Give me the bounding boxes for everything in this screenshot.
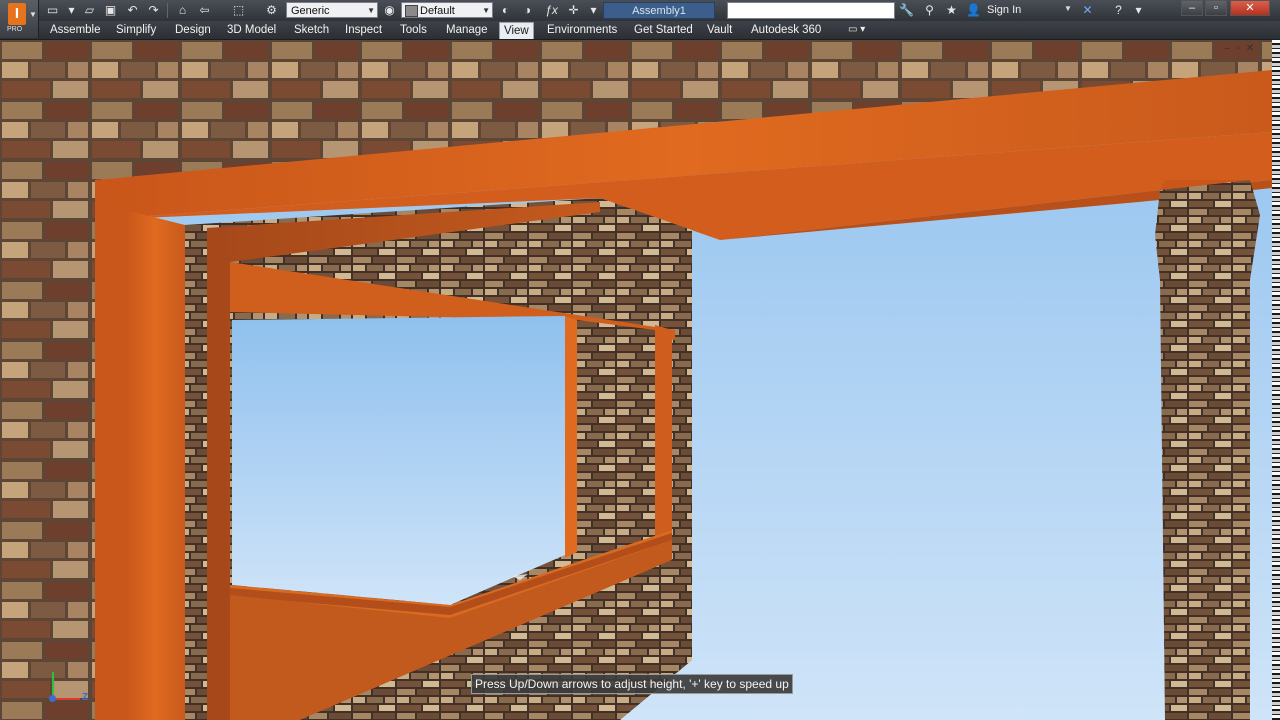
appearance-combo-value: Default bbox=[420, 5, 455, 17]
magnify-icon[interactable]: ⚲ bbox=[922, 3, 937, 18]
fx-icon[interactable]: ƒx bbox=[544, 3, 559, 18]
chevron-down-icon: ▼ bbox=[482, 6, 490, 15]
appearance-icon[interactable]: ◐ bbox=[498, 3, 513, 18]
origin-dot bbox=[49, 695, 56, 702]
chevron-down-icon: ▼ bbox=[367, 6, 375, 15]
new-icon[interactable]: ▭ bbox=[45, 3, 60, 18]
x-axis bbox=[52, 698, 80, 700]
select-icon[interactable]: ⬚ bbox=[231, 3, 246, 18]
tab-3d-model[interactable]: 3D Model bbox=[227, 22, 276, 38]
close-button[interactable]: ✕ bbox=[1230, 0, 1270, 16]
tab-tools[interactable]: Tools bbox=[400, 22, 427, 38]
help-icon[interactable]: ? bbox=[1111, 3, 1126, 18]
application-menu-button[interactable]: I PRO ▼ bbox=[0, 0, 39, 38]
maximize-button[interactable]: ▫ bbox=[1205, 0, 1227, 16]
edition-badge: PRO bbox=[7, 26, 23, 33]
tab-view[interactable]: View bbox=[499, 22, 534, 39]
tab-inspect[interactable]: Inspect bbox=[345, 22, 382, 38]
quick-access-toolbar: ▭ ▾ ▱ ▣ ↶ ↷ ⌂ ⇦ ⬚ ⚙ Generic ▼ ◉ Default … bbox=[0, 0, 1280, 22]
dropdown-icon[interactable]: ▾ bbox=[586, 3, 601, 18]
wrench-icon[interactable]: 🔧 bbox=[899, 3, 914, 18]
tab-sketch[interactable]: Sketch bbox=[294, 22, 329, 38]
tab-environments[interactable]: Environments bbox=[547, 22, 617, 38]
open-icon[interactable]: ▱ bbox=[82, 3, 97, 18]
scene-render bbox=[0, 40, 1272, 720]
material-combo-value: Generic bbox=[291, 5, 330, 17]
sign-in-button[interactable]: Sign In bbox=[987, 3, 1021, 18]
graphics-viewport[interactable]: –▫✕ Z bbox=[0, 40, 1272, 720]
tab-manage[interactable]: Manage bbox=[446, 22, 488, 38]
return-icon[interactable]: ⇦ bbox=[197, 3, 212, 18]
clear-override-icon[interactable]: ◑ bbox=[520, 3, 535, 18]
appearance-combo[interactable]: Default ▼ bbox=[401, 2, 493, 18]
dropdown-icon[interactable]: ▾ bbox=[1131, 3, 1146, 18]
status-message: Press Up/Down arrows to adjust height, '… bbox=[471, 674, 793, 694]
update-icon[interactable]: ⚙ bbox=[264, 3, 279, 18]
document-title: Assembly1 bbox=[603, 2, 715, 19]
chevron-down-icon: ▼ bbox=[29, 10, 37, 19]
user-icon[interactable]: 👤 bbox=[966, 3, 981, 18]
tab-simplify[interactable]: Simplify bbox=[116, 22, 156, 38]
screen-edge-artifact bbox=[1272, 40, 1280, 720]
exchange-icon[interactable]: ✕ bbox=[1080, 3, 1095, 18]
color-wheel-icon[interactable]: ◉ bbox=[382, 3, 397, 18]
tab-get-started[interactable]: Get Started bbox=[634, 22, 693, 38]
home-icon[interactable]: ⌂ bbox=[175, 3, 190, 18]
material-combo[interactable]: Generic ▼ bbox=[286, 2, 378, 18]
search-input[interactable] bbox=[727, 2, 895, 19]
redo-icon[interactable]: ↷ bbox=[146, 3, 161, 18]
viewport-window-controls[interactable]: –▫✕ bbox=[1225, 43, 1261, 54]
transform-icon[interactable]: ✛ bbox=[566, 3, 581, 18]
ribbon-tab-bar: Assemble Simplify Design 3D Model Sketch… bbox=[0, 21, 1280, 40]
app-logo: I bbox=[8, 3, 26, 25]
minimize-button[interactable]: – bbox=[1181, 0, 1203, 16]
view-triad: Z bbox=[44, 672, 92, 716]
triad-axis-label: Z bbox=[82, 692, 89, 703]
appearance-swatch bbox=[405, 5, 418, 17]
tab-vault[interactable]: Vault bbox=[707, 22, 732, 38]
dropdown-icon[interactable]: ▾ bbox=[64, 3, 79, 18]
undo-icon[interactable]: ↶ bbox=[125, 3, 140, 18]
chevron-down-icon[interactable]: ▼ bbox=[1064, 4, 1072, 13]
tab-design[interactable]: Design bbox=[175, 22, 211, 38]
toolbar-separator bbox=[167, 3, 168, 18]
save-icon[interactable]: ▣ bbox=[103, 3, 118, 18]
tab-autodesk-360[interactable]: Autodesk 360 bbox=[751, 22, 821, 38]
star-icon[interactable]: ★ bbox=[944, 3, 959, 18]
ribbon-options-icon[interactable]: ▭ ▾ bbox=[848, 24, 865, 35]
tab-assemble[interactable]: Assemble bbox=[50, 22, 101, 38]
